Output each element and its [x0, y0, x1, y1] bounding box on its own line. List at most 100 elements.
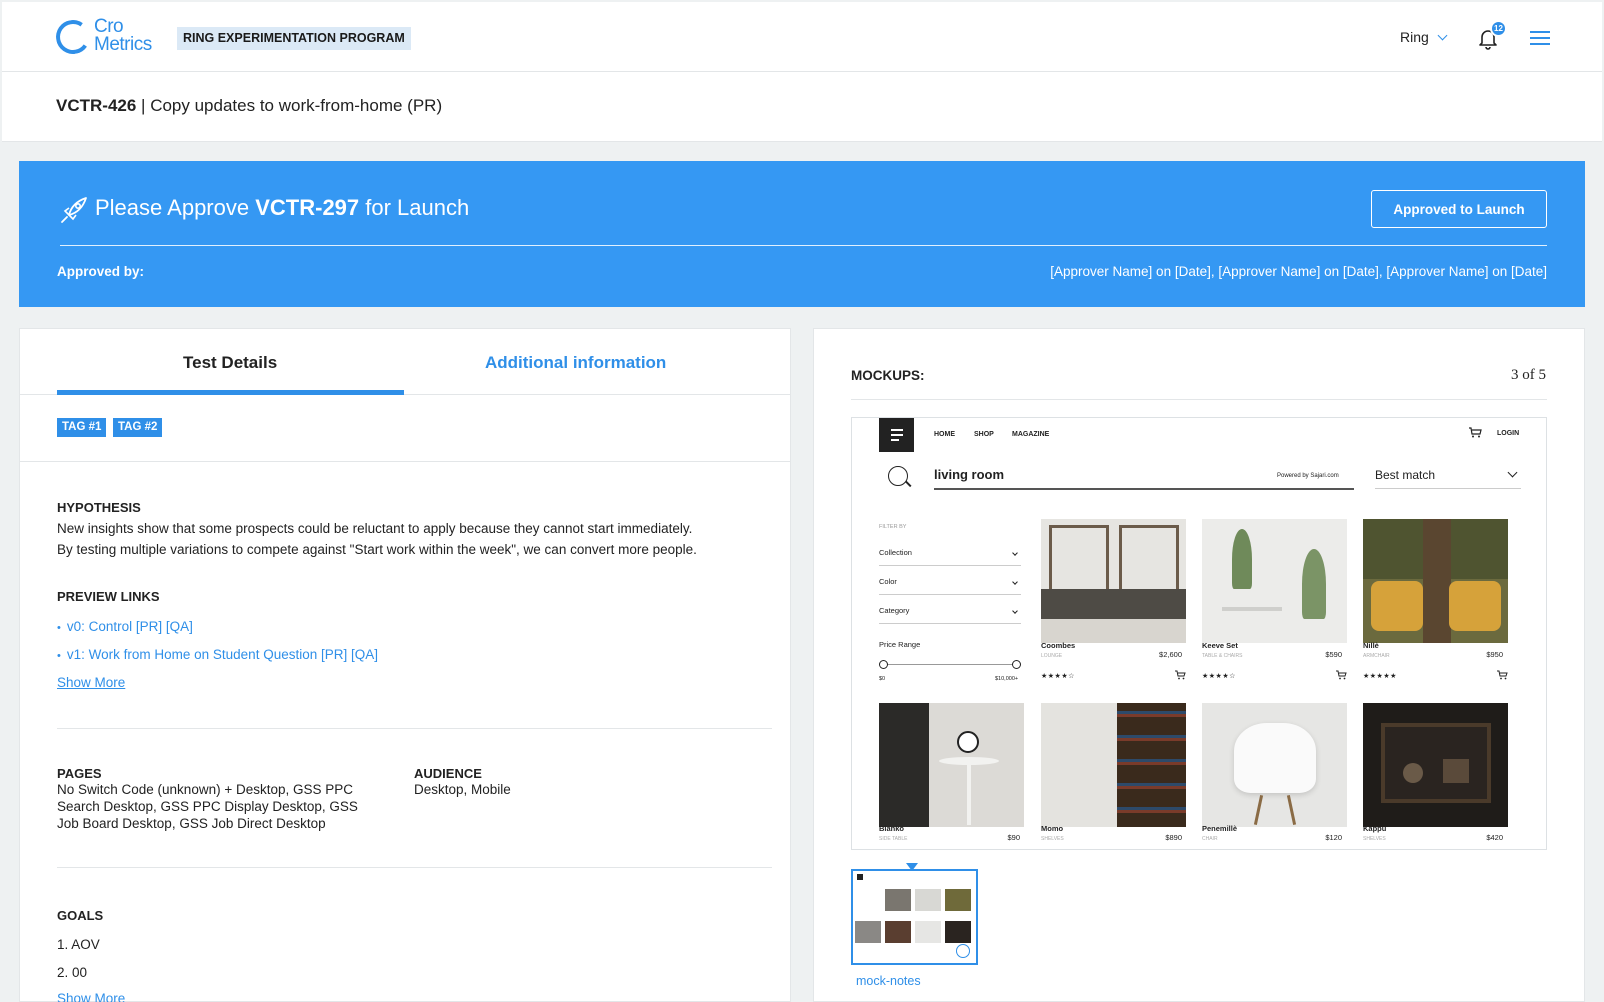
thumbnail-marker-icon — [956, 944, 970, 958]
mockup-filter: Category — [879, 606, 1021, 624]
product-category: LOUNGE — [1041, 653, 1063, 659]
program-label: RING EXPERIMENTATION PROGRAM — [177, 27, 411, 50]
product-image — [879, 703, 1024, 827]
slider-knob — [879, 660, 888, 669]
mockup-menu-icon — [879, 418, 914, 452]
price-min: $0 — [879, 676, 886, 682]
preview-links-heading: PREVIEW LINKS — [57, 589, 160, 604]
product-image — [1041, 519, 1186, 643]
cro-metrics-logo[interactable]: Cro Metrics — [53, 16, 160, 58]
product-name: Penemillè — [1202, 824, 1238, 833]
goal-item: 1. AOV — [57, 937, 100, 952]
page-title: VCTR-426 | Copy updates to work-from-hom… — [56, 96, 442, 116]
product-price: $890 — [1165, 833, 1182, 842]
pages-line: Job Board Desktop, GSS Job Direct Deskto… — [57, 816, 326, 831]
tab-bar: Test Details Additional information — [20, 329, 790, 395]
product-image — [1363, 519, 1508, 643]
product-price: $950 — [1486, 650, 1503, 659]
tag-badge[interactable]: TAG #1 — [57, 418, 107, 437]
rocket-icon — [61, 197, 87, 223]
tab-test-details[interactable]: Test Details — [183, 353, 277, 373]
product-image — [1041, 703, 1186, 827]
divider — [57, 728, 772, 729]
mockup-filter: Color — [879, 577, 1021, 595]
chevron-down-icon — [1012, 550, 1018, 556]
filter-label: Color — [879, 577, 897, 586]
tag-badge[interactable]: TAG #2 — [113, 418, 163, 437]
mockup-nav-item: HOME — [934, 431, 955, 438]
client-dropdown[interactable]: Ring — [1400, 29, 1448, 45]
product-category: SIDE TABLE — [879, 836, 908, 842]
product-image — [1202, 703, 1347, 827]
slider-knob — [1012, 660, 1021, 669]
chevron-down-icon — [1507, 467, 1518, 478]
product-category: SHELVES — [1363, 836, 1386, 842]
mockup-login: LOGIN — [1497, 430, 1520, 437]
mockup-search-query: living room — [934, 467, 1005, 482]
approved-by-label: Approved by: — [57, 264, 145, 279]
banner-title: Please Approve VCTR-297 for Launch — [95, 195, 469, 221]
filter-label: Category — [879, 606, 910, 615]
mockups-panel: MOCKUPS: 3 of 5 HOME SHOP MAGAZINE LOGIN… — [813, 328, 1585, 1002]
mockup-preview[interactable]: HOME SHOP MAGAZINE LOGIN living room Pow… — [851, 417, 1547, 850]
mockup-thumbnail-label[interactable]: mock-notes — [856, 974, 921, 988]
pages-heading: PAGES — [57, 766, 102, 781]
preview-link-text: v1: Work from Home on Student Question [… — [66, 647, 378, 662]
mockup-thumbnail[interactable] — [851, 869, 978, 965]
title-bar: VCTR-426 | Copy updates to work-from-hom… — [2, 72, 1602, 142]
chevron-down-icon — [1437, 30, 1448, 41]
client-name: Ring — [1400, 29, 1429, 45]
cart-icon — [1175, 670, 1186, 680]
product-category: TABLE & CHAIRS — [1202, 653, 1243, 659]
product-name: Coombes — [1041, 641, 1076, 650]
price-max: $10,000+ — [995, 676, 1019, 682]
sort-underline — [1375, 488, 1521, 489]
product-name: Keeve Set — [1202, 641, 1238, 650]
top-bar: Cro Metrics RING EXPERIMENTATION PROGRAM… — [2, 2, 1602, 72]
product-price: $2,600 — [1159, 650, 1182, 659]
hypothesis-line: New insights show that some prospects co… — [57, 521, 693, 536]
divider — [851, 399, 1547, 400]
product-image — [1202, 519, 1347, 643]
tab-additional-information[interactable]: Additional information — [485, 353, 666, 373]
mockups-heading: MOCKUPS: — [851, 368, 925, 383]
product-image — [1363, 703, 1508, 827]
divider — [20, 461, 790, 462]
pages-line: Search Desktop, GSS PPC Display Desktop,… — [57, 799, 358, 814]
notification-badge: 12 — [1490, 20, 1507, 37]
logo-text-metrics: Metrics — [94, 34, 152, 55]
product-category: SHELVES — [1041, 836, 1064, 842]
logo-c-mark — [53, 17, 93, 57]
chevron-down-icon — [1012, 579, 1018, 585]
banner-suffix: for Launch — [359, 195, 470, 220]
preview-link-v0[interactable]: • v0: Control [PR] [QA] — [57, 619, 193, 634]
bullet: • — [57, 622, 61, 634]
mockup-nav-item: MAGAZINE — [1012, 431, 1050, 438]
cart-icon — [1469, 427, 1482, 438]
show-more-link[interactable]: Show More — [57, 675, 125, 690]
goal-item: 2. 00 — [57, 965, 88, 980]
preview-link-text: v0: Control [PR] [QA] — [66, 619, 193, 634]
product-name: Momo — [1041, 824, 1064, 833]
product-rating: ★★★★☆ — [1041, 673, 1075, 680]
banner-prefix: Please Approve — [95, 195, 256, 220]
hypothesis-heading: HYPOTHESIS — [57, 500, 141, 515]
test-details-panel: Test Details Additional information TAG … — [19, 328, 791, 1002]
chevron-down-icon — [1012, 608, 1018, 614]
divider — [57, 867, 772, 868]
cart-icon — [1497, 670, 1508, 680]
product-category: CHAIR — [1202, 836, 1218, 842]
menu-icon[interactable] — [1530, 31, 1550, 49]
mockup-counter: 3 of 5 — [1511, 367, 1546, 383]
preview-link-v1[interactable]: • v1: Work from Home on Student Question … — [57, 647, 378, 662]
product-name: Nillè — [1363, 641, 1379, 650]
goals-show-more-link[interactable]: Show More — [57, 991, 125, 1002]
product-price: $120 — [1325, 833, 1342, 842]
approved-to-launch-button[interactable]: Approved to Launch — [1371, 190, 1547, 228]
search-icon — [888, 466, 908, 486]
bullet: • — [57, 650, 61, 662]
product-name: Blanko — [879, 824, 905, 833]
mockup-filter-heading: FILTER BY — [879, 524, 907, 530]
hypothesis-line: By testing multiple variations to compet… — [57, 542, 697, 557]
mockup-powered-by: Powered by Sajari.com — [1277, 473, 1339, 479]
